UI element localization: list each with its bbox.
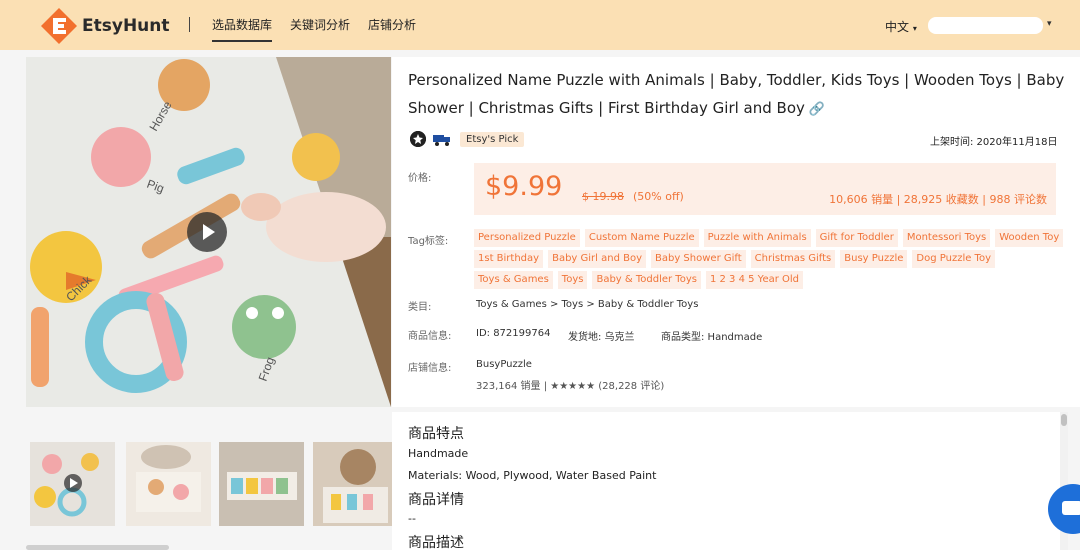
category-label: 类目: bbox=[408, 302, 432, 313]
price-label: 价格: bbox=[408, 173, 432, 184]
tag-chip[interactable]: 1st Birthday bbox=[474, 250, 544, 268]
original-price: $ 19.98 bbox=[582, 190, 624, 203]
badge-row: Etsy's Pick bbox=[410, 131, 525, 147]
shop-name[interactable]: BusyPuzzle bbox=[476, 359, 532, 370]
star-seller-icon bbox=[410, 131, 426, 147]
tag-chip[interactable]: Baby Shower Gift bbox=[651, 250, 746, 268]
product-info-panel: Personalized Name Puzzle with Animals | … bbox=[392, 57, 1080, 407]
chevron-down-icon[interactable]: ▾ bbox=[1047, 19, 1052, 29]
shop-info-label: 店铺信息: bbox=[408, 363, 452, 374]
tag-chip[interactable]: Baby & Toddler Toys bbox=[592, 271, 701, 289]
feature-materials: Materials: Wood, Plywood, Water Based Pa… bbox=[408, 469, 657, 482]
etsyhunt-logo-icon bbox=[41, 8, 77, 44]
thumbnail-2[interactable] bbox=[126, 442, 211, 526]
tag-list: Personalized Puzzle Custom Name Puzzle Puz… bbox=[474, 229, 1064, 289]
description-title: 商品描述 bbox=[408, 535, 464, 550]
tag-chip[interactable]: Custom Name Puzzle bbox=[584, 229, 699, 247]
etsy-pick-badge: Etsy's Pick bbox=[460, 131, 525, 147]
main-product-image[interactable]: Horse Pig Chick Frog bbox=[26, 57, 391, 407]
listed-date: 上架时间: 2020年11月18日 bbox=[930, 137, 1058, 148]
user-account-menu[interactable] bbox=[928, 17, 1043, 34]
discount: (50% off) bbox=[633, 190, 684, 203]
header-divider bbox=[189, 17, 190, 32]
thumbnail-4[interactable] bbox=[313, 442, 398, 526]
tag-label: Tag标签: bbox=[408, 236, 449, 247]
truck-icon bbox=[432, 131, 452, 147]
ship-from: 发货地: 乌克兰 bbox=[568, 332, 635, 343]
product-title-text: Personalized Name Puzzle with Animals | … bbox=[408, 71, 1065, 117]
tag-chip[interactable]: Busy Puzzle bbox=[840, 250, 908, 268]
language-selector[interactable]: 中文 ▾ bbox=[885, 18, 917, 35]
tag-chip[interactable]: Dog Puzzle Toy bbox=[912, 250, 995, 268]
top-header: EtsyHunt 选品数据库 关键词分析 店铺分析 中文 ▾ ▾ bbox=[0, 0, 1080, 50]
tag-chip[interactable]: Puzzle with Animals bbox=[703, 229, 811, 247]
thumbnail-image bbox=[313, 442, 398, 526]
sales-stats: 10,606 销量 | 28,925 收藏数 | 988 评论数 bbox=[829, 193, 1047, 206]
nav-product-database[interactable]: 选品数据库 bbox=[212, 0, 273, 50]
thumbnail-1[interactable] bbox=[30, 442, 115, 526]
tag-chip[interactable]: Gift for Toddler bbox=[815, 229, 898, 247]
scrollbar-thumb[interactable] bbox=[1061, 414, 1067, 426]
language-label: 中文 bbox=[885, 20, 910, 34]
nav-keyword-analysis[interactable]: 关键词分析 bbox=[290, 0, 350, 50]
category-path[interactable]: Toys & Games > Toys > Baby & Toddler Toy… bbox=[476, 299, 698, 310]
thumbnail-image bbox=[219, 442, 304, 526]
chevron-down-icon: ▾ bbox=[912, 24, 917, 33]
current-price: $9.99 bbox=[485, 171, 563, 202]
thumbnail-strip bbox=[26, 440, 398, 530]
tag-chip[interactable]: Baby Girl and Boy bbox=[548, 250, 646, 268]
details-text: -- bbox=[408, 512, 416, 525]
product-title: Personalized Name Puzzle with Animals | … bbox=[408, 66, 1072, 124]
thumbnail-3[interactable] bbox=[219, 442, 304, 526]
tag-chip[interactable]: Toys & Games bbox=[474, 271, 553, 289]
play-video-button[interactable] bbox=[187, 212, 227, 252]
nav-shop-analysis[interactable]: 店铺分析 bbox=[368, 0, 416, 50]
tag-chip[interactable]: Wooden Toy bbox=[995, 229, 1064, 247]
product-id: ID: 872199764 bbox=[476, 328, 551, 339]
product-info-label: 商品信息: bbox=[408, 331, 452, 342]
details-title: 商品详情 bbox=[408, 492, 464, 508]
thumbnail-scrollbar[interactable] bbox=[26, 545, 169, 550]
logo[interactable]: EtsyHunt bbox=[40, 7, 170, 45]
tag-chip[interactable]: Montessori Toys bbox=[902, 229, 991, 247]
feature-handmade: Handmade bbox=[408, 447, 469, 460]
tag-chip[interactable]: Christmas Gifts bbox=[750, 250, 836, 268]
tag-chip[interactable]: 1 2 3 4 5 Year Old bbox=[705, 271, 804, 289]
main-nav: 选品数据库 关键词分析 店铺分析 bbox=[212, 0, 416, 50]
price-box: $9.99 $ 19.98 (50% off) 10,606 销量 | 28,9… bbox=[474, 163, 1056, 215]
tag-chip[interactable]: Toys bbox=[557, 271, 588, 289]
product-details-panel: 商品特点 Handmade Materials: Wood, Plywood, … bbox=[392, 412, 1068, 550]
thumbnail-image bbox=[30, 442, 115, 526]
tag-chip[interactable]: Personalized Puzzle bbox=[474, 229, 580, 247]
thumbnail-image bbox=[126, 442, 211, 526]
features-title: 商品特点 bbox=[408, 426, 464, 442]
shop-stats: 323,164 销量 | ★★★★★ (28,228 评论) bbox=[476, 381, 665, 392]
link-icon[interactable]: 🔗 bbox=[809, 96, 825, 124]
product-type: 商品类型: Handmade bbox=[661, 332, 763, 343]
logo-text: EtsyHunt bbox=[82, 16, 170, 36]
